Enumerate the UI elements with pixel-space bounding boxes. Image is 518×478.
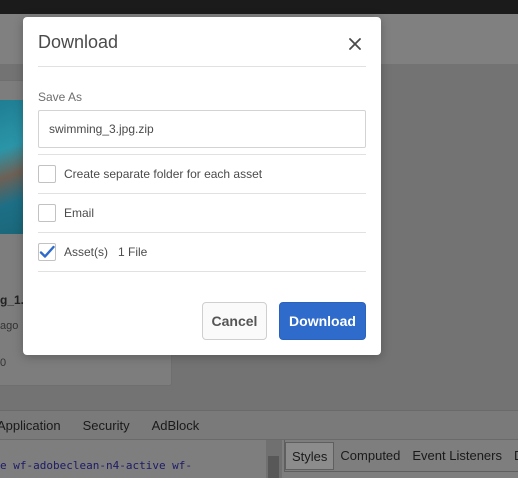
- elements-code-line[interactable]: e wf-adobeclean-n4-active wf-: [0, 459, 192, 472]
- devtools-tab-adblock[interactable]: AdBlock: [152, 418, 200, 433]
- asset-extra: 0: [0, 357, 7, 369]
- dialog-title: Download: [38, 32, 119, 52]
- close-icon: [349, 38, 361, 50]
- email-label: Email: [64, 206, 95, 220]
- download-button[interactable]: Download: [279, 302, 366, 340]
- checkmark-icon: [39, 245, 55, 258]
- options-divider-2: [38, 232, 366, 233]
- browser-top-bar: [0, 0, 518, 14]
- assets-label: Asset(s): [64, 245, 109, 259]
- options-divider-bottom: [38, 271, 366, 272]
- styles-tab-computed[interactable]: Computed: [334, 442, 406, 470]
- cancel-button[interactable]: Cancel: [202, 302, 267, 340]
- devtools-tab-security[interactable]: Security: [83, 418, 130, 433]
- header-divider: [38, 66, 366, 67]
- devtools-body: e wf-adobeclean-n4-active wf- Styles Com…: [0, 440, 518, 478]
- save-as-label: Save As: [38, 90, 83, 104]
- styles-tab-more[interactable]: D: [508, 442, 518, 470]
- option-email[interactable]: Email: [38, 203, 366, 223]
- download-dialog: Download Save As Create separate folder …: [23, 17, 381, 355]
- elements-scrollbar-thumb[interactable]: [268, 456, 279, 478]
- option-assets[interactable]: Asset(s) 1 File: [38, 242, 366, 262]
- options-divider-top: [38, 154, 366, 155]
- options-divider-1: [38, 193, 366, 194]
- assets-checkbox[interactable]: [38, 243, 56, 261]
- assets-file-count: 1 File: [118, 245, 148, 259]
- styles-tab-styles[interactable]: Styles: [285, 441, 335, 470]
- option-separate-folder[interactable]: Create separate folder for each asset: [38, 164, 366, 184]
- separate-folder-checkbox[interactable]: [38, 165, 56, 183]
- email-checkbox[interactable]: [38, 204, 56, 222]
- asset-meta: ago: [0, 320, 19, 332]
- separate-folder-label: Create separate folder for each asset: [64, 167, 263, 181]
- styles-tab-event-listeners[interactable]: Event Listeners: [406, 442, 508, 470]
- devtools-tab-bar: Application Security AdBlock: [0, 410, 518, 440]
- save-as-input[interactable]: [38, 110, 366, 148]
- close-button[interactable]: [345, 34, 365, 54]
- styles-tab-bar: Styles Computed Event Listeners D: [284, 440, 518, 472]
- devtools-tab-application[interactable]: Application: [0, 418, 61, 433]
